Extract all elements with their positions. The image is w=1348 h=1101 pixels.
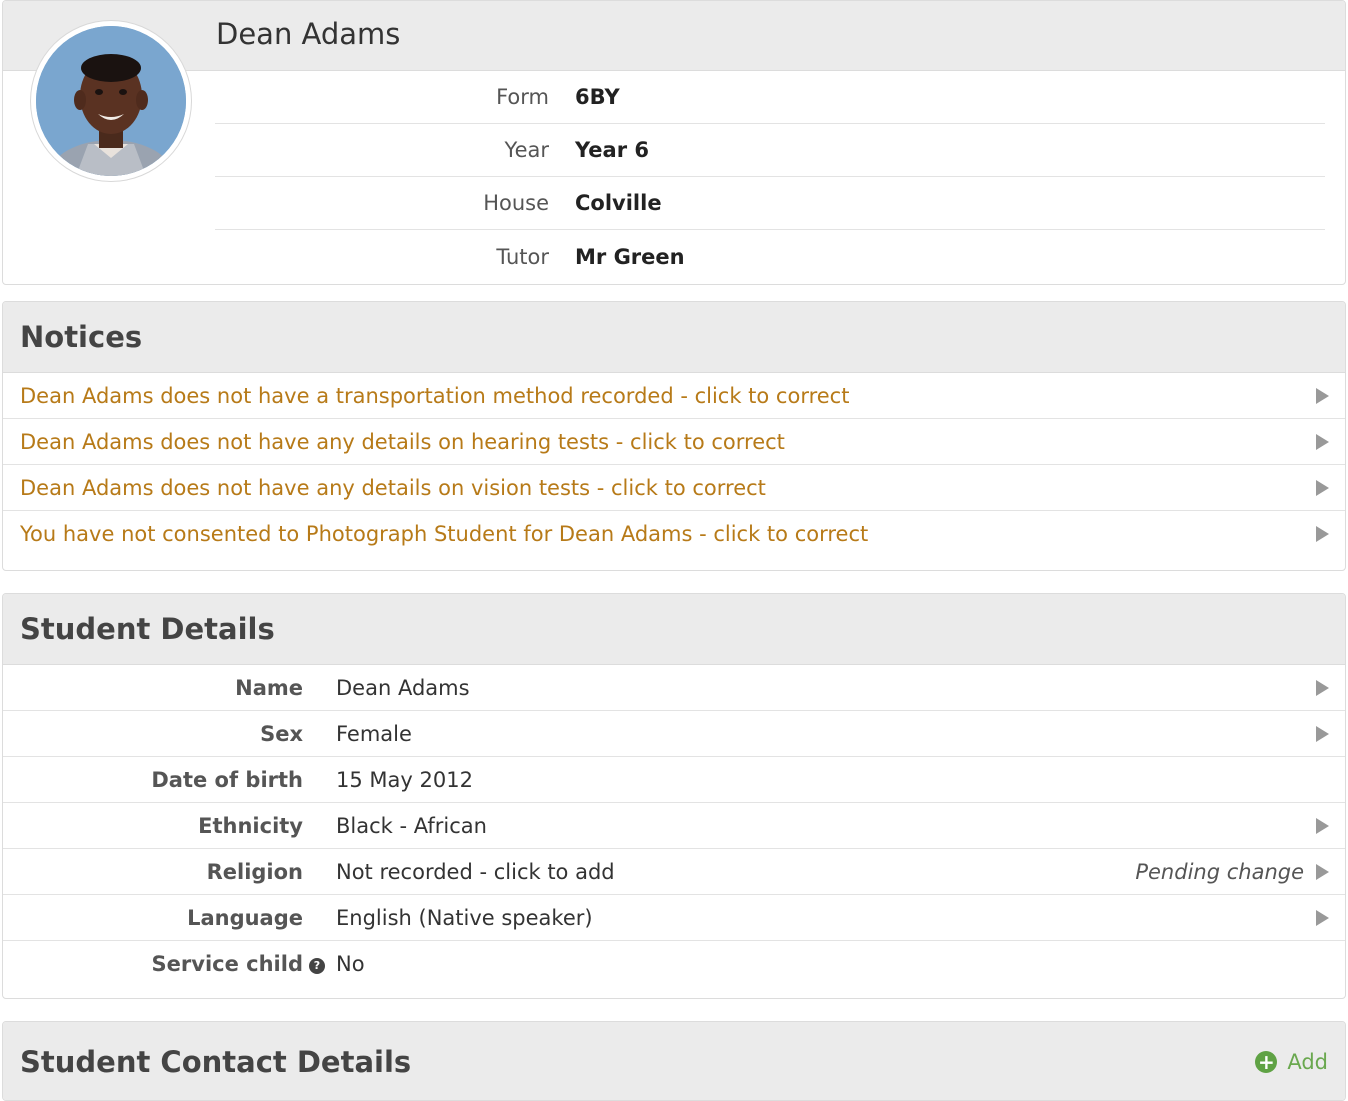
notice-item[interactable]: You have not consented to Photograph Stu… (3, 511, 1345, 557)
detail-value: Not recorded - click to add (336, 859, 615, 884)
student-contact-panel: Student Contact Details + Add (2, 1021, 1346, 1101)
detail-row-name[interactable]: Name Dean Adams (3, 665, 1345, 711)
notices-panel: Notices Dean Adams does not have a trans… (2, 301, 1346, 571)
chevron-right-icon (1316, 433, 1329, 450)
detail-value: 15 May 2012 (336, 767, 473, 792)
detail-label: Ethnicity (198, 813, 303, 838)
detail-row-date-of-birth: Date of birth 15 May 2012 (3, 757, 1345, 803)
notice-text: Dean Adams does not have any details on … (20, 475, 766, 500)
notices-header: Notices (3, 302, 1345, 373)
student-name: Dean Adams (216, 17, 401, 51)
detail-label-text: Service child (151, 952, 303, 976)
pending-change-label: Pending change (1135, 859, 1304, 884)
chevron-right-icon (1316, 863, 1329, 880)
student-photo (31, 21, 191, 181)
student-contact-header: Student Contact Details + Add (3, 1022, 1345, 1100)
info-row-year: Year Year 6 (215, 124, 1325, 177)
student-profile-card: Dean Adams Form 6BY Year Year 6 House Co… (2, 0, 1346, 285)
info-row-house: House Colville (215, 177, 1325, 230)
profile-info-list: Form 6BY Year Year 6 House Colville Tuto… (215, 71, 1325, 283)
info-value: Year 6 (575, 138, 649, 162)
info-label: Year (504, 138, 549, 162)
chevron-right-icon (1316, 817, 1329, 834)
detail-row-language[interactable]: Language English (Native speaker) (3, 895, 1345, 941)
chevron-right-icon (1316, 679, 1329, 696)
notice-text: You have not consented to Photograph Stu… (20, 522, 869, 546)
notice-text: Dean Adams does not have a transportatio… (20, 383, 850, 408)
student-details-panel: Student Details Name Dean Adams Sex Fema… (2, 593, 1346, 999)
info-row-tutor: Tutor Mr Green (215, 230, 1325, 283)
detail-label: Name (235, 675, 303, 700)
student-details-title: Student Details (20, 612, 275, 646)
notice-item[interactable]: Dean Adams does not have any details on … (3, 465, 1345, 511)
notice-item[interactable]: Dean Adams does not have a transportatio… (3, 373, 1345, 419)
detail-label-service-child: Service child ? (3, 952, 325, 976)
detail-label: Sex (260, 721, 303, 746)
info-value: Mr Green (575, 244, 685, 269)
detail-row-ethnicity[interactable]: Ethnicity Black - African (3, 803, 1345, 849)
chevron-right-icon (1316, 387, 1329, 404)
detail-value: English (Native speaker) (336, 905, 593, 930)
notice-item[interactable]: Dean Adams does not have any details on … (3, 419, 1345, 465)
chevron-right-icon (1316, 725, 1329, 742)
plus-circle-icon: + (1255, 1051, 1278, 1073)
chevron-right-icon (1316, 909, 1329, 926)
detail-row-service-child: Service child ? No (3, 941, 1345, 987)
detail-label: Religion (206, 859, 303, 884)
profile-header (3, 1, 1345, 71)
info-row-form: Form 6BY (215, 71, 1325, 124)
detail-row-religion[interactable]: Religion Not recorded - click to add Pen… (3, 849, 1345, 895)
notice-text: Dean Adams does not have any details on … (20, 429, 785, 454)
info-label: Form (496, 85, 549, 109)
chevron-right-icon (1316, 526, 1329, 542)
info-label: House (483, 191, 549, 215)
info-value: 6BY (575, 85, 620, 109)
detail-row-sex[interactable]: Sex Female (3, 711, 1345, 757)
detail-label: Date of birth (151, 767, 303, 792)
detail-value: Dean Adams (336, 675, 470, 700)
student-contact-title: Student Contact Details (20, 1045, 412, 1079)
detail-value: Black - African (336, 813, 487, 838)
add-contact-button[interactable]: + Add (1255, 1050, 1328, 1074)
detail-value: Female (336, 721, 412, 746)
info-label: Tutor (496, 244, 549, 269)
help-icon[interactable]: ? (309, 957, 325, 974)
avatar-image (36, 26, 186, 176)
chevron-right-icon (1316, 479, 1329, 496)
detail-value: No (336, 952, 365, 976)
detail-label: Language (187, 905, 303, 930)
student-details-header: Student Details (3, 594, 1345, 665)
info-value: Colville (575, 191, 662, 215)
notices-title: Notices (20, 320, 143, 354)
add-label: Add (1287, 1050, 1328, 1074)
